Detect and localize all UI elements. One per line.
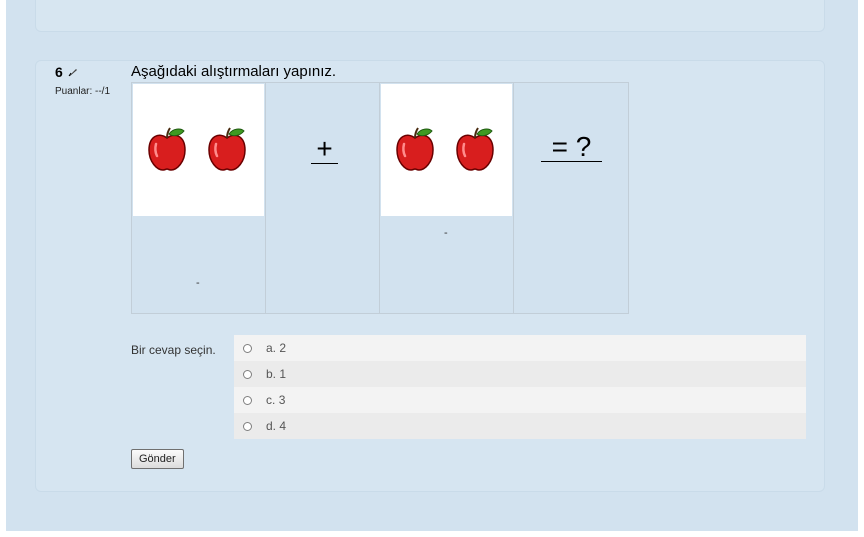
answer-options: a. 2 b. 1 c. 3 d. 4 bbox=[234, 335, 806, 439]
apple-icon bbox=[395, 126, 435, 172]
option-value: 3 bbox=[278, 393, 286, 407]
option-letter: d. bbox=[266, 419, 277, 433]
apples-tile-left bbox=[133, 84, 264, 216]
question-number: 6 bbox=[55, 64, 63, 80]
answer-option-b[interactable]: b. 1 bbox=[234, 361, 806, 387]
option-letter: c. bbox=[266, 393, 276, 407]
caption-dash-left: - bbox=[196, 277, 200, 289]
answer-option-d[interactable]: d. 4 bbox=[234, 413, 806, 439]
plus-operator: + bbox=[311, 135, 338, 164]
grade-text: Puanlar: --/1 bbox=[55, 86, 111, 97]
option-letter: b. bbox=[266, 367, 277, 381]
option-letter: a. bbox=[266, 341, 277, 355]
question-number-row: 6 bbox=[55, 64, 125, 80]
submit-button[interactable]: Gönder bbox=[131, 449, 184, 469]
option-value: 1 bbox=[279, 367, 287, 381]
pencil-flag-icon[interactable] bbox=[68, 67, 78, 77]
exercise-image-table: - + - = ? bbox=[131, 82, 629, 314]
option-value: 2 bbox=[279, 341, 287, 355]
radio-button[interactable] bbox=[243, 369, 252, 379]
answer-option-c[interactable]: c. 3 bbox=[234, 387, 806, 413]
apples-cell-left: - bbox=[132, 83, 266, 313]
radio-button[interactable] bbox=[243, 395, 252, 405]
answer-option-a[interactable]: a. 2 bbox=[234, 335, 806, 361]
equals-question-operator: = ? bbox=[541, 133, 602, 162]
radio-button[interactable] bbox=[243, 421, 252, 431]
apple-icon bbox=[207, 126, 247, 172]
apples-cell-right: - bbox=[380, 83, 514, 313]
equals-cell: = ? bbox=[514, 83, 628, 313]
previous-question-card bbox=[35, 0, 825, 32]
apple-icon bbox=[147, 126, 187, 172]
apple-icon bbox=[455, 126, 495, 172]
apples-tile-right bbox=[381, 84, 512, 216]
caption-dash-right: - bbox=[444, 227, 448, 239]
plus-cell: + bbox=[266, 83, 380, 313]
question-info: 6 Puanlar: --/1 bbox=[55, 64, 125, 97]
radio-button[interactable] bbox=[243, 343, 252, 353]
answer-prompt: Bir cevap seçin. bbox=[131, 343, 216, 357]
question-text: Aşağıdaki alıştırmaları yapınız. bbox=[131, 63, 337, 80]
option-value: 4 bbox=[279, 419, 287, 433]
